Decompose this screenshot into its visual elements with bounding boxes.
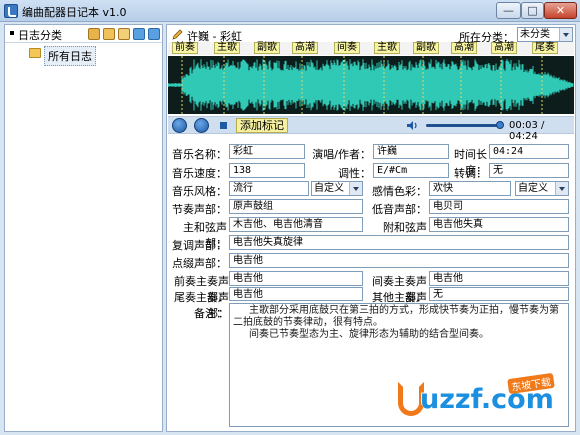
progress-knob[interactable] (496, 121, 504, 129)
style-custom-value: 自定义 (314, 183, 344, 194)
duration-field[interactable]: 04:24 (489, 144, 569, 159)
move-up-icon[interactable] (133, 28, 145, 40)
category-select[interactable]: 未分类 (517, 27, 573, 42)
editor-panel: 许巍 - 彩虹 所在分类： 未分类 前奏 主歌 副歌 高潮 间奏 主歌 副歌 高… (166, 24, 576, 432)
chevron-down-icon (349, 182, 362, 195)
chevron-down-icon (559, 28, 572, 41)
style-label: 音乐风格： (172, 185, 227, 198)
emotion-custom-value: 自定义 (518, 183, 548, 194)
maximize-button[interactable]: □ (521, 2, 544, 19)
category-panel: 日志分类 所有日志 (4, 24, 163, 432)
marker-item[interactable]: 尾奏 (532, 42, 558, 54)
emotion-field[interactable]: 欢快 (429, 181, 511, 196)
emotion-custom-select[interactable]: 自定义 (515, 181, 569, 196)
other-lead-field[interactable]: 无 (429, 287, 569, 301)
marker-item[interactable]: 副歌 (254, 42, 280, 54)
marker-item[interactable]: 间奏 (334, 42, 360, 54)
notes-line: 主歌部分采用底鼓只在第三拍的方式，形成快节奏为正拍，慢节奏为第二拍底鼓的节奏律动… (233, 305, 559, 328)
style-field[interactable]: 流行 (229, 181, 309, 196)
section-markers: 前奏 主歌 副歌 高潮 间奏 主歌 副歌 高潮 高潮 尾奏 (168, 42, 574, 55)
transport-bar: 添加标记 00:03 / 04:24 (168, 116, 574, 142)
counter-label: 复调声部： (172, 239, 227, 252)
marker-item[interactable]: 高潮 (451, 42, 477, 54)
add-marker-button[interactable]: 添加标记 (236, 118, 288, 133)
marker-item[interactable]: 高潮 (292, 42, 318, 54)
category-title: 日志分类 (18, 29, 62, 42)
key-label: 调性： (338, 167, 371, 180)
accent-field[interactable]: 电吉他 (229, 253, 569, 268)
pencil-icon (172, 29, 183, 40)
sub-harmony-field[interactable]: 电吉他失真 (429, 217, 569, 232)
progress-bar[interactable] (426, 124, 501, 127)
waveform (168, 56, 574, 114)
marker-item[interactable]: 前奏 (172, 42, 198, 54)
bass-label: 低音声部： (372, 203, 427, 216)
interlude-lead-field[interactable]: 电吉他 (429, 271, 569, 286)
edit-category-icon[interactable] (103, 28, 115, 40)
title-bar: 编曲配器日记本 v1.0 — □ ✕ (0, 0, 580, 22)
chevron-down-icon (555, 182, 568, 195)
folder-icon (29, 48, 41, 58)
rhythm-field[interactable]: 原声鼓组 (229, 199, 363, 214)
notes-line: 间奏已节奏型态为主、旋律形态为辅助的结合型间奏。 (249, 329, 489, 340)
tree-item-all-logs[interactable]: 所有日志 (44, 46, 96, 66)
music-name-field[interactable]: 彩虹 (229, 144, 305, 159)
minimize-button[interactable]: — (496, 2, 521, 19)
rewind-button[interactable] (172, 118, 187, 133)
marker-item[interactable]: 主歌 (214, 42, 240, 54)
site-watermark: uzzf.com 东坡下载 (398, 372, 568, 422)
waveform-path (168, 59, 574, 111)
accent-label: 点缀声部： (172, 257, 227, 270)
waveform-display[interactable] (168, 56, 574, 114)
category-select-value: 未分类 (520, 29, 550, 40)
notes-label: 备注： (194, 307, 227, 320)
move-down-icon[interactable] (148, 28, 160, 40)
tempo-label: 音乐速度： (172, 167, 227, 180)
delete-category-icon[interactable] (118, 28, 130, 40)
window-title: 编曲配器日记本 v1.0 (22, 6, 127, 19)
pause-button[interactable] (194, 118, 209, 133)
time-display: 00:03 / 04:24 (509, 120, 545, 142)
category-header: 日志分类 (5, 25, 162, 43)
marker-item[interactable]: 主歌 (374, 42, 400, 54)
marker-item[interactable]: 副歌 (413, 42, 439, 54)
stop-icon[interactable] (220, 122, 227, 129)
key-field[interactable]: E/#Cm (373, 163, 449, 178)
artist-label: 演唱/作者： (312, 148, 371, 161)
harmony-field[interactable]: 木吉他、电吉他清音 (229, 217, 363, 232)
style-custom-select[interactable]: 自定义 (311, 181, 363, 196)
bass-field[interactable]: 电贝司 (429, 199, 569, 214)
tree-expand-icon[interactable] (10, 31, 14, 35)
tempo-field[interactable]: 138 (229, 163, 305, 178)
counter-field[interactable]: 电吉他失真旋律 (229, 235, 569, 250)
rhythm-label: 节奏声部： (172, 203, 227, 216)
app-music-icon (4, 4, 18, 18)
intro-lead-field[interactable]: 电吉他 (229, 271, 363, 286)
volume-icon[interactable] (406, 120, 418, 131)
marker-item[interactable]: 高潮 (491, 42, 517, 54)
modulation-field[interactable]: 无 (489, 163, 569, 178)
close-button[interactable]: ✕ (544, 2, 577, 19)
new-category-icon[interactable] (88, 28, 100, 40)
modulation-label: 转调： (454, 167, 487, 180)
artist-field[interactable]: 许巍 (373, 144, 449, 159)
music-name-label: 音乐名称： (172, 148, 227, 161)
outro-lead-field[interactable]: 电吉他 (229, 287, 363, 301)
emotion-label: 感情色彩： (372, 185, 427, 198)
